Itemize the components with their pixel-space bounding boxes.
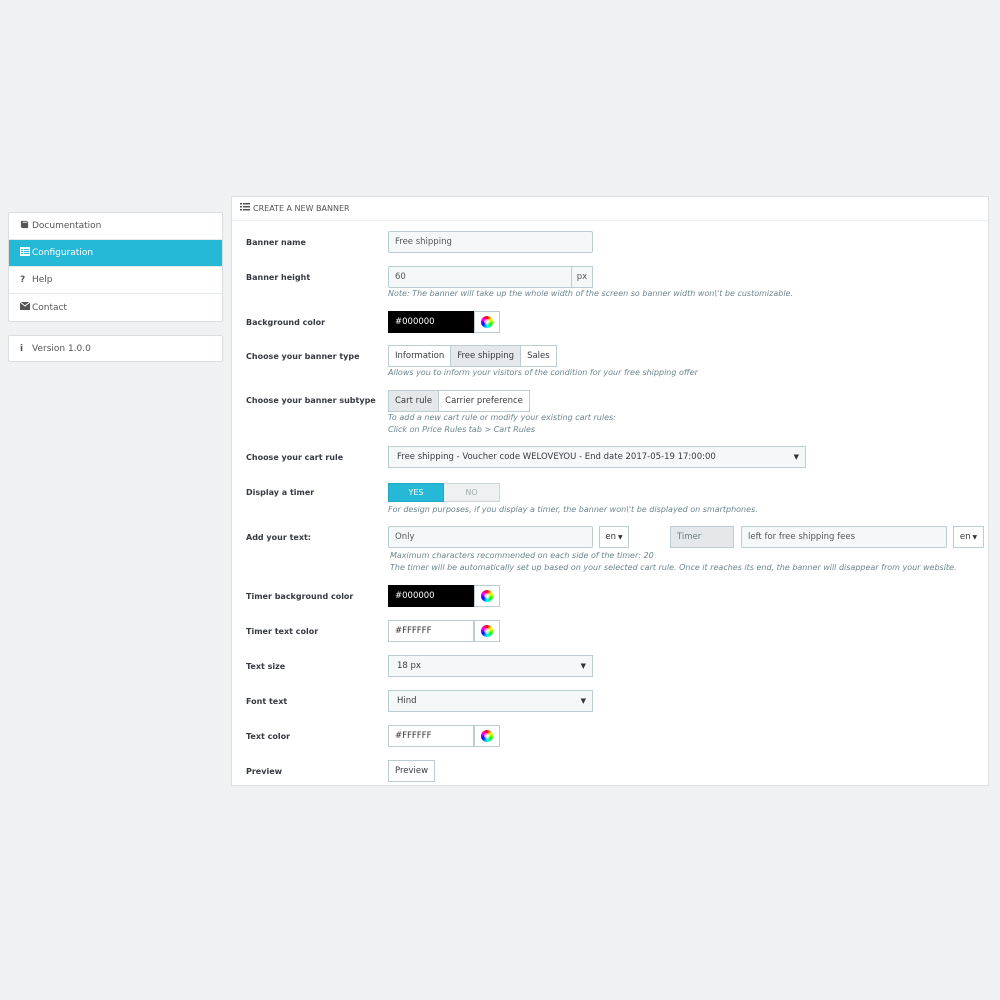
sidebar-item-label: Help bbox=[32, 275, 53, 285]
preview-label: Preview bbox=[246, 767, 283, 776]
text-color-group: #FFFFFF bbox=[388, 725, 500, 747]
version-box: i Version 1.0.0 bbox=[8, 335, 223, 362]
lang-dropdown-right[interactable]: en ▼ bbox=[953, 526, 984, 548]
text-size-label: Text size bbox=[246, 662, 286, 671]
banner-subtype-help-2: Click on Price Rules tab > Cart Rules bbox=[388, 425, 536, 434]
sidebar-item-configuration[interactable]: Configuration bbox=[9, 240, 222, 267]
timer-bg-color-input[interactable]: #000000 bbox=[388, 585, 474, 607]
banner-name-input[interactable]: Free shipping bbox=[388, 231, 593, 253]
sidebar-item-label: Documentation bbox=[32, 221, 102, 231]
text-before-timer-input[interactable]: Only bbox=[388, 526, 593, 548]
banner-type-sales[interactable]: Sales bbox=[520, 345, 557, 367]
caret-down-icon: ▼ bbox=[793, 453, 799, 461]
timer-text-color-group: #FFFFFF bbox=[388, 620, 500, 642]
text-size-row: Text size 18 px ▼ bbox=[232, 655, 990, 677]
color-picker-button[interactable] bbox=[474, 311, 500, 333]
banner-name-label: Banner name bbox=[246, 238, 306, 247]
sidebar-item-documentation[interactable]: Documentation bbox=[9, 213, 222, 240]
preview-button[interactable]: Preview bbox=[388, 760, 436, 782]
timer-placeholder: Timer bbox=[670, 526, 734, 548]
book-icon bbox=[20, 220, 31, 232]
background-color-label: Background color bbox=[246, 318, 326, 327]
font-text-value: Hind bbox=[397, 696, 417, 706]
info-icon: i bbox=[20, 343, 24, 354]
banner-type-free-shipping[interactable]: Free shipping bbox=[450, 345, 522, 367]
timer-text-color-label: Timer text color bbox=[246, 627, 319, 636]
timer-text-color-input[interactable]: #FFFFFF bbox=[388, 620, 474, 642]
banner-subtype-label: Choose your banner subtype bbox=[246, 396, 376, 405]
color-picker-button[interactable] bbox=[474, 585, 500, 607]
banner-height-group: 60 px bbox=[388, 266, 593, 288]
text-after-timer-input[interactable]: left for free shipping fees bbox=[741, 526, 947, 548]
display-timer-yes[interactable]: YES bbox=[388, 483, 444, 502]
color-wheel-icon bbox=[481, 730, 493, 742]
panel-title: CREATE A NEW BANNER bbox=[253, 204, 350, 213]
banner-type-information[interactable]: Information bbox=[388, 345, 452, 367]
add-text-help-1: Maximum characters recommended on each s… bbox=[390, 551, 654, 560]
banner-subtype-help-1: To add a new cart rule or modify your ex… bbox=[388, 413, 616, 422]
cart-rule-label: Choose your cart rule bbox=[246, 453, 344, 462]
version-label: Version 1.0.0 bbox=[32, 343, 91, 354]
envelope-icon bbox=[19, 301, 31, 313]
banner-height-help: Note: The banner will take up the whole … bbox=[388, 289, 794, 298]
banner-type-help: Allows you to inform your visitors of th… bbox=[388, 368, 698, 377]
caret-down-icon: ▼ bbox=[972, 533, 978, 541]
lang-left-value: en bbox=[605, 532, 616, 542]
panel-heading: CREATE A NEW BANNER bbox=[232, 197, 988, 221]
question-icon: ? bbox=[20, 275, 26, 285]
banner-height-label: Banner height bbox=[246, 273, 311, 282]
color-picker-button[interactable] bbox=[474, 620, 500, 642]
create-banner-panel: CREATE A NEW BANNER Banner name Free shi… bbox=[231, 196, 989, 786]
banner-type-group: Information Free shipping Sales bbox=[388, 345, 557, 367]
font-text-label: Font text bbox=[246, 697, 288, 706]
caret-down-icon: ▼ bbox=[580, 697, 586, 705]
sidebar-item-help[interactable]: ? Help bbox=[9, 267, 222, 294]
cart-rule-value: Free shipping - Voucher code WELOVEYOU -… bbox=[397, 452, 716, 462]
background-color-input[interactable]: #000000 bbox=[388, 311, 474, 333]
sidebar-nav: Documentation Configuration ? Help Conta… bbox=[8, 212, 223, 322]
text-color-input[interactable]: #FFFFFF bbox=[388, 725, 474, 747]
banner-height-unit: px bbox=[572, 266, 593, 288]
banner-height-input[interactable]: 60 bbox=[388, 266, 572, 288]
lang-dropdown-left[interactable]: en ▼ bbox=[599, 526, 629, 548]
banner-type-label: Choose your banner type bbox=[246, 352, 360, 361]
display-timer-no[interactable]: NO bbox=[444, 483, 500, 502]
sidebar-item-contact[interactable]: Contact bbox=[9, 294, 222, 321]
display-timer-help: For design purposes, if you display a ti… bbox=[388, 505, 758, 514]
banner-subtype-group: Cart rule Carrier preference bbox=[388, 390, 530, 412]
text-size-select[interactable]: 18 px ▼ bbox=[388, 655, 593, 677]
lang-right-value: en bbox=[959, 532, 971, 542]
cart-rule-row: Choose your cart rule Free shipping - Vo… bbox=[232, 446, 990, 468]
list-icon bbox=[240, 203, 250, 214]
timer-bg-color-group: #000000 bbox=[388, 585, 500, 607]
background-color-group: #000000 bbox=[388, 311, 500, 333]
font-text-select[interactable]: Hind ▼ bbox=[388, 690, 593, 712]
cart-rule-select[interactable]: Free shipping - Voucher code WELOVEYOU -… bbox=[388, 446, 806, 468]
list-icon bbox=[20, 247, 31, 259]
sidebar: Documentation Configuration ? Help Conta… bbox=[8, 212, 223, 362]
text-size-value: 18 px bbox=[397, 661, 421, 671]
sidebar-item-label: Configuration bbox=[32, 248, 94, 258]
caret-down-icon: ▼ bbox=[618, 533, 623, 541]
color-wheel-icon bbox=[481, 590, 493, 602]
display-timer-label: Display a timer bbox=[246, 488, 315, 497]
color-wheel-icon bbox=[481, 625, 493, 637]
display-timer-switch[interactable]: YES NO bbox=[388, 483, 500, 502]
caret-down-icon: ▼ bbox=[580, 662, 586, 670]
banner-subtype-cart-rule[interactable]: Cart rule bbox=[388, 390, 440, 412]
color-wheel-icon bbox=[481, 316, 493, 328]
add-text-help-2: The timer will be automatically set up b… bbox=[390, 563, 957, 572]
text-color-label: Text color bbox=[246, 732, 291, 741]
banner-subtype-carrier-preference[interactable]: Carrier preference bbox=[438, 390, 530, 412]
font-text-row: Font text Hind ▼ bbox=[232, 690, 990, 712]
timer-bg-color-label: Timer background color bbox=[246, 592, 354, 601]
add-text-label: Add your text: bbox=[246, 533, 311, 542]
sidebar-item-label: Contact bbox=[32, 302, 68, 313]
color-picker-button[interactable] bbox=[474, 725, 500, 747]
